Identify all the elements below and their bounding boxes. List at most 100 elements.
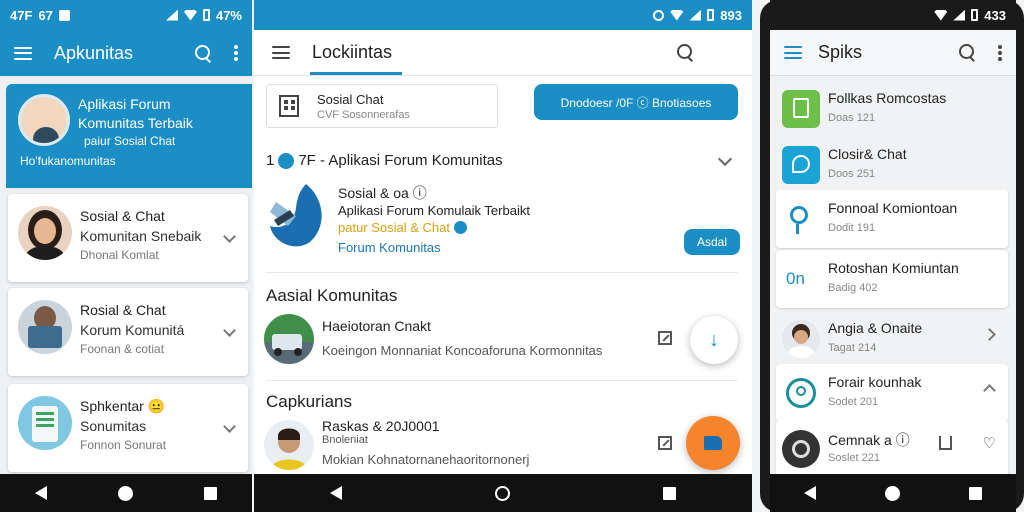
system-nav-bar bbox=[770, 474, 1016, 512]
list-item[interactable]: Rosial & Chat Korum Komunitá Foonan & co… bbox=[8, 288, 248, 376]
menu-icon[interactable] bbox=[272, 46, 290, 59]
share-icon[interactable] bbox=[658, 331, 672, 345]
item-title: Follkas Romcostas bbox=[828, 90, 947, 106]
add-button[interactable]: Asdal bbox=[684, 229, 740, 255]
phone-screen-middle: 893 Lockiintas Sosial Chat CVF Sosonnera… bbox=[254, 0, 752, 512]
list-item[interactable]: Cemnak a ⓘ Soslet 221 ♡ bbox=[776, 420, 1008, 478]
chevron-down-icon[interactable] bbox=[223, 420, 236, 433]
home-icon[interactable] bbox=[117, 485, 133, 501]
action-button-label: Dnodoesr /0F ⓒ Bnotiasoes bbox=[560, 95, 712, 110]
chevron-right-icon[interactable] bbox=[983, 328, 996, 341]
card-title: Sosial & Chat bbox=[80, 208, 165, 224]
recent-apps-icon[interactable] bbox=[203, 486, 217, 500]
status-bar: 433 bbox=[770, 0, 1016, 30]
item-title: Rotoshan Komiuntan bbox=[828, 260, 959, 276]
tile-subtitle: CVF Sosonnerafas bbox=[317, 109, 410, 121]
list-item-caption: Bnoleniat bbox=[322, 434, 368, 446]
item-title: Closir& Chat bbox=[828, 146, 907, 162]
item-label-icon: 0n bbox=[786, 269, 805, 288]
menu-icon[interactable] bbox=[14, 46, 32, 60]
tile-title: Sosial Chat bbox=[317, 92, 384, 107]
post-link[interactable]: Forum Komunitas bbox=[338, 240, 441, 255]
list-item[interactable]: Angia & Onaite Tagat 214 bbox=[776, 310, 1008, 368]
screenshot-stage: 47F 67 47% Apkunitas Aplikasi Forum Komu… bbox=[0, 0, 1024, 512]
tab-indicator bbox=[310, 72, 402, 75]
verified-icon bbox=[454, 221, 468, 234]
back-icon[interactable] bbox=[35, 486, 48, 500]
building-icon bbox=[279, 95, 299, 117]
share-icon[interactable] bbox=[658, 436, 672, 450]
app-bar: Lockiintas bbox=[254, 30, 752, 76]
back-icon[interactable] bbox=[804, 486, 817, 500]
primary-action-button[interactable]: Dnodoesr /0F ⓒ Bnotiasoes bbox=[534, 84, 738, 120]
item-meta: Doas 121 bbox=[828, 112, 876, 124]
chat-bubble-icon bbox=[782, 146, 820, 184]
heart-icon[interactable]: ♡ bbox=[983, 434, 996, 452]
chevron-down-icon[interactable] bbox=[223, 324, 236, 337]
wifi-icon bbox=[670, 9, 684, 21]
battery-icon bbox=[971, 9, 979, 21]
post-tag: patur Sosial & Chat bbox=[338, 220, 468, 235]
post-subtitle: Aplikasi Forum Komulaik Terbaikt bbox=[338, 203, 530, 218]
status-dot-icon bbox=[278, 152, 295, 169]
status-time: 47F bbox=[10, 7, 33, 23]
wifi-icon bbox=[934, 9, 948, 21]
home-icon[interactable] bbox=[494, 485, 510, 501]
download-fab[interactable]: ↓ bbox=[690, 316, 738, 364]
chevron-down-icon[interactable] bbox=[223, 230, 236, 243]
more-options-icon[interactable] bbox=[234, 45, 238, 61]
card-subtitle: Komunitan Snebaik bbox=[80, 228, 202, 244]
search-icon[interactable] bbox=[677, 44, 694, 61]
home-icon[interactable] bbox=[884, 485, 900, 501]
search-icon[interactable] bbox=[959, 44, 976, 61]
divider bbox=[266, 380, 738, 381]
list-item[interactable]: Follkas Romcostas Doas 121 bbox=[776, 80, 1008, 138]
list-item[interactable]: Sphkentar 😐 Sonumitas Fonnon Sonurat bbox=[8, 384, 248, 472]
app-bar: Spiks bbox=[770, 30, 1016, 76]
list-item-title: Raskas & 20J0001 bbox=[322, 418, 440, 434]
signal-icon bbox=[689, 9, 702, 21]
app-bar: Apkunitas bbox=[0, 30, 252, 76]
share-icon[interactable] bbox=[939, 436, 952, 450]
phone-screen-right: 433 Spiks Follkas Romcostas Doas 121 Clo… bbox=[770, 0, 1016, 512]
section-title: Capkurians bbox=[266, 392, 352, 411]
post-title: Sosial & oa ⓘ bbox=[338, 185, 427, 201]
card-title: Sphkentar 😐 bbox=[80, 398, 166, 414]
refresh-icon bbox=[782, 374, 820, 412]
thumbnail bbox=[264, 314, 314, 364]
search-icon bbox=[782, 200, 820, 238]
search-icon[interactable] bbox=[195, 44, 212, 62]
featured-card[interactable]: Aplikasi Forum Komunitas Terbaik paiur S… bbox=[6, 84, 252, 188]
clipboard-icon bbox=[782, 90, 820, 128]
thumbs-up-icon bbox=[704, 436, 722, 450]
featured-title-line2: Komunitas Terbaik bbox=[78, 115, 193, 131]
list-item-subtitle: Koeingon Monnaniat Koncoaforuna Kormonni… bbox=[322, 343, 603, 358]
back-icon[interactable] bbox=[330, 486, 343, 500]
recent-apps-icon[interactable] bbox=[968, 486, 982, 500]
list-item-subtitle: Mokian Kohnatornanehaoritornonerj bbox=[322, 452, 530, 467]
list-item-title: Haeiotoran Cnakt bbox=[322, 318, 431, 334]
chevron-up-icon[interactable] bbox=[983, 384, 996, 397]
featured-caption: Ho'fukanomunitas bbox=[20, 154, 116, 168]
list-item[interactable]: 0n Rotoshan Komiuntan Badig 402 bbox=[776, 250, 1008, 308]
card-meta: Dhonal Komlat bbox=[80, 248, 159, 262]
list-item[interactable]: Closir& Chat Doos 251 bbox=[776, 136, 1008, 194]
list-item[interactable]: Forair kounhak Sodet 201 bbox=[776, 364, 1008, 422]
item-title: Angia & Onaite bbox=[828, 320, 923, 336]
menu-icon[interactable] bbox=[784, 46, 802, 59]
list-item[interactable]: Sosial & Chat Komunitan Snebaik Dhonal K… bbox=[8, 194, 248, 282]
notification-icon bbox=[58, 9, 70, 21]
heading-text: 7F - Aplikasi Forum Komunitas bbox=[298, 152, 503, 169]
card-meta: Foonan & cotiat bbox=[80, 342, 165, 356]
item-meta: Badig 402 bbox=[828, 282, 878, 294]
phone-screen-left: 47F 67 47% Apkunitas Aplikasi Forum Komu… bbox=[0, 0, 252, 512]
recent-apps-icon[interactable] bbox=[662, 486, 676, 500]
more-options-icon[interactable] bbox=[998, 44, 1002, 61]
avatar bbox=[18, 206, 72, 260]
featured-title: Aplikasi Forum bbox=[78, 96, 171, 112]
like-fab[interactable] bbox=[686, 416, 740, 470]
chevron-down-icon[interactable] bbox=[717, 151, 733, 167]
category-tile[interactable]: Sosial Chat CVF Sosonnerafas bbox=[266, 84, 498, 128]
list-item[interactable]: Fonnoal Komiontoan Dodit 191 bbox=[776, 190, 1008, 248]
avatar bbox=[782, 320, 820, 358]
